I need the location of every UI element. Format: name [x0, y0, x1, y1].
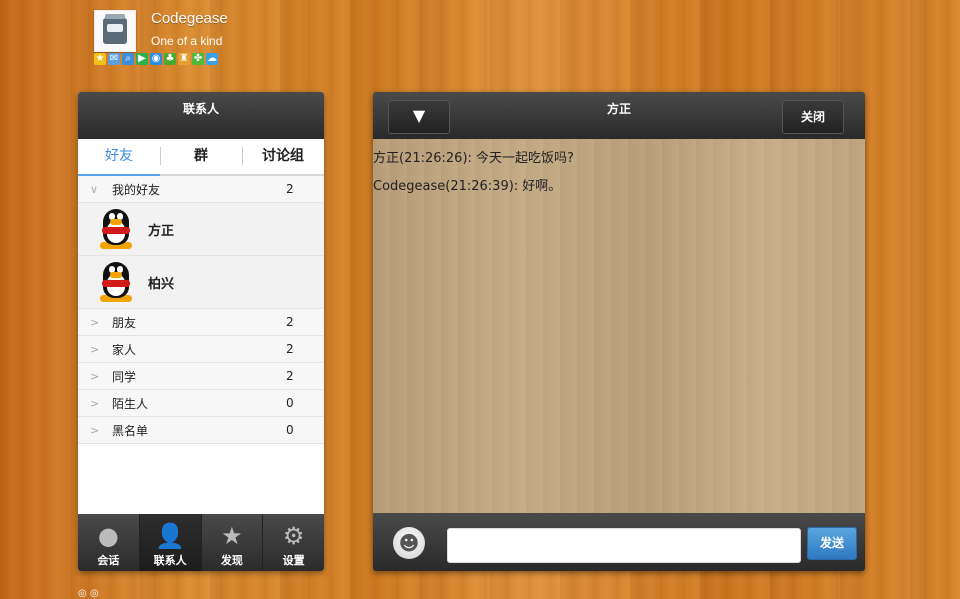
cloud-icon[interactable]: ☁	[206, 53, 218, 65]
chevron-right-icon: >	[90, 315, 100, 329]
browser-icon[interactable]: ◉	[150, 53, 162, 65]
profile-name: Codegease	[151, 10, 228, 27]
chat-messages: 方正(21:26:26): 今天一起吃饭吗? Codegease(21:26:39…	[373, 139, 865, 519]
nav-discover-star[interactable]: ★ 发现	[202, 514, 264, 571]
play-icon[interactable]: ▶	[136, 53, 148, 65]
send-button[interactable]: 发送	[807, 527, 857, 560]
robot-avatar-icon	[103, 14, 127, 44]
emoji-icon[interactable]: ☻	[393, 527, 425, 559]
profile-signature[interactable]: One of a kind	[151, 34, 222, 48]
group-row[interactable]: > 陌生人 0	[78, 390, 324, 417]
group-name: 黑名单	[112, 423, 149, 438]
friend-item[interactable]: 柏兴	[78, 256, 324, 309]
settings-gear-icon: ⚙	[282, 522, 305, 550]
friend-item[interactable]: 方正	[78, 203, 324, 256]
chat-message: 方正(21:26:26): 今天一起吃饭吗?	[373, 151, 574, 166]
nav-settings-gear[interactable]: ⚙ 设置	[263, 514, 324, 571]
nav-label: 会话	[97, 554, 120, 567]
nav-label: 设置	[282, 554, 305, 567]
tree-icon[interactable]: ♣	[164, 53, 176, 65]
group-name: 朋友	[112, 315, 137, 330]
chevron-right-icon: >	[90, 369, 100, 383]
group-name: 陌生人	[112, 396, 149, 411]
friend-name: 方正	[148, 223, 175, 239]
group-row[interactable]: > 朋友 2	[78, 309, 324, 336]
group-name: 同学	[112, 369, 137, 384]
tab-friends[interactable]: 好友	[78, 139, 160, 176]
group-row[interactable]: > 同学 2	[78, 363, 324, 390]
group-count: 2	[286, 315, 294, 329]
group-name: 家人	[112, 342, 137, 357]
message-input[interactable]	[447, 528, 801, 563]
user-avatar[interactable]	[94, 10, 136, 52]
chat-panel: 方正 ▼ 关闭 方正(21:26:26): 今天一起吃饭吗? Codegease(…	[373, 92, 865, 571]
status-icon-bar: ★ ✉ ⌕ ▶ ◉ ♣ ♜ ✤ ☁	[94, 53, 218, 65]
chevron-down-icon: ∨	[90, 182, 99, 196]
contacts-header: 联系人	[78, 92, 324, 139]
chevron-right-icon: >	[90, 396, 100, 410]
mail-icon[interactable]: ✉	[108, 53, 120, 65]
group-name: 我的好友	[112, 182, 161, 197]
group-count: 2	[286, 342, 294, 356]
contacts-person-icon: 👤	[155, 522, 186, 550]
group-count: 0	[286, 423, 294, 437]
chat-message: Codegease(21:26:39): 好啊。	[373, 179, 562, 194]
friend-name: 柏兴	[148, 276, 175, 292]
group-count: 2	[286, 182, 294, 196]
contacts-panel: 联系人 好友 群 讨论组 ∨ 我的好友 2 方正 柏兴 > 朋友 2 > 家人 2 > 同学 2 >…	[78, 92, 324, 571]
tab-discussions[interactable]: 讨论组	[242, 139, 324, 174]
chevron-right-icon: >	[90, 423, 100, 437]
group-list: > 朋友 2 > 家人 2 > 同学 2 > 陌生人 0 > 黑名单 0	[78, 309, 324, 444]
close-button[interactable]: 关闭	[782, 100, 844, 134]
chat-header: 方正 ▼ 关闭	[373, 92, 865, 139]
dropdown-button[interactable]: ▼	[388, 100, 450, 134]
discover-star-icon: ★	[221, 522, 243, 550]
nav-label: 发现	[220, 554, 243, 567]
nav-chat-bubble[interactable]: ● 会话	[78, 514, 140, 571]
group-count: 2	[286, 369, 294, 383]
penguin-avatar-icon	[96, 207, 138, 251]
chevron-right-icon: >	[90, 342, 100, 356]
nav-label: 联系人	[153, 554, 187, 567]
triangle-down-icon: ▼	[412, 106, 426, 125]
bottom-nav: ● 会话 👤 联系人 ★ 发现 ⚙ 设置	[78, 514, 324, 571]
leaf-icon[interactable]: ✤	[192, 53, 204, 65]
corner-indicator: ◎ ◎	[78, 588, 99, 599]
group-row[interactable]: > 家人 2	[78, 336, 324, 363]
contacts-tabs: 好友 群 讨论组	[78, 139, 324, 176]
group-count: 0	[286, 396, 294, 410]
search-icon[interactable]: ⌕	[122, 53, 134, 65]
group-row[interactable]: > 黑名单 0	[78, 417, 324, 444]
chat-footer: ☻ 发送	[373, 513, 865, 571]
star-icon[interactable]: ★	[94, 53, 106, 65]
penguin-avatar-icon	[96, 260, 138, 304]
tab-groups[interactable]: 群	[160, 139, 242, 174]
chat-bubble-icon: ●	[97, 522, 119, 550]
group-row-my-friends[interactable]: ∨ 我的好友 2	[78, 176, 324, 203]
bag-icon[interactable]: ♜	[178, 53, 190, 65]
nav-contacts-person[interactable]: 👤 联系人	[139, 514, 202, 571]
friend-list: 方正 柏兴	[78, 203, 324, 309]
profile-area: Codegease One of a kind ★ ✉ ⌕ ▶ ◉ ♣ ♜ ✤ ☁	[94, 10, 294, 70]
